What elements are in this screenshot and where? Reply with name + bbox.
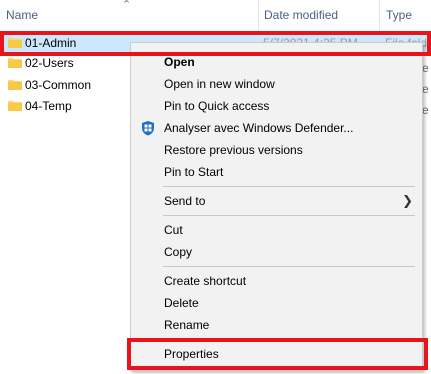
column-header: Name ⌃ Date modified Type [0, 0, 431, 30]
menu-item-restore-previous-versions[interactable]: Restore previous versions [131, 139, 422, 161]
file-name: 03-Common [25, 78, 92, 92]
context-menu: Open Open in new window Pin to Quick acc… [130, 42, 423, 371]
folder-icon [8, 58, 22, 68]
menu-item-label: Pin to Quick access [164, 99, 270, 113]
menu-item-windows-defender[interactable]: Analyser avec Windows Defender... [131, 117, 422, 139]
chevron-right-icon: ❯ [402, 193, 413, 208]
menu-item-label: Cut [164, 223, 183, 237]
menu-separator [163, 186, 415, 187]
menu-item-copy[interactable]: Copy [131, 241, 422, 263]
column-divider[interactable] [258, 0, 259, 30]
menu-item-cut[interactable]: Cut [131, 219, 422, 241]
menu-item-rename[interactable]: Rename [131, 314, 422, 336]
highlight-box-selected-folder [0, 31, 431, 56]
menu-item-label: Rename [164, 318, 210, 332]
menu-item-send-to[interactable]: Send to ❯ [131, 190, 422, 212]
menu-item-label: Restore previous versions [164, 143, 303, 157]
menu-item-label: Send to [164, 194, 206, 208]
menu-item-label: Open in new window [164, 77, 275, 91]
file-name: 02-Users [25, 56, 74, 70]
type-peek: e [422, 103, 429, 117]
column-type[interactable]: Type [386, 8, 412, 22]
type-peek: e [422, 61, 429, 75]
folder-icon [8, 80, 22, 90]
menu-item-label: Pin to Start [164, 165, 224, 179]
menu-item-label: Create shortcut [164, 274, 247, 288]
menu-separator [163, 215, 415, 216]
menu-item-label: Analyser avec Windows Defender... [164, 121, 354, 135]
column-name[interactable]: Name [6, 8, 38, 22]
sort-up-icon: ⌃ [122, 0, 132, 11]
menu-item-label: Delete [164, 296, 199, 310]
menu-item-pin-quick-access[interactable]: Pin to Quick access [131, 95, 422, 117]
menu-item-label: Copy [164, 245, 193, 259]
menu-item-label: Open [164, 55, 195, 69]
column-date-modified[interactable]: Date modified [264, 8, 338, 22]
menu-item-delete[interactable]: Delete [131, 292, 422, 314]
windows-defender-icon [142, 121, 154, 136]
file-name: 04-Temp [25, 99, 72, 113]
column-divider[interactable] [379, 0, 380, 30]
menu-separator [163, 266, 415, 267]
menu-item-create-shortcut[interactable]: Create shortcut [131, 270, 422, 292]
highlight-box-properties [127, 338, 428, 370]
folder-icon [8, 101, 22, 111]
type-peek: e [422, 82, 429, 96]
menu-item-pin-to-start[interactable]: Pin to Start [131, 161, 422, 183]
menu-item-open-new-window[interactable]: Open in new window [131, 73, 422, 95]
